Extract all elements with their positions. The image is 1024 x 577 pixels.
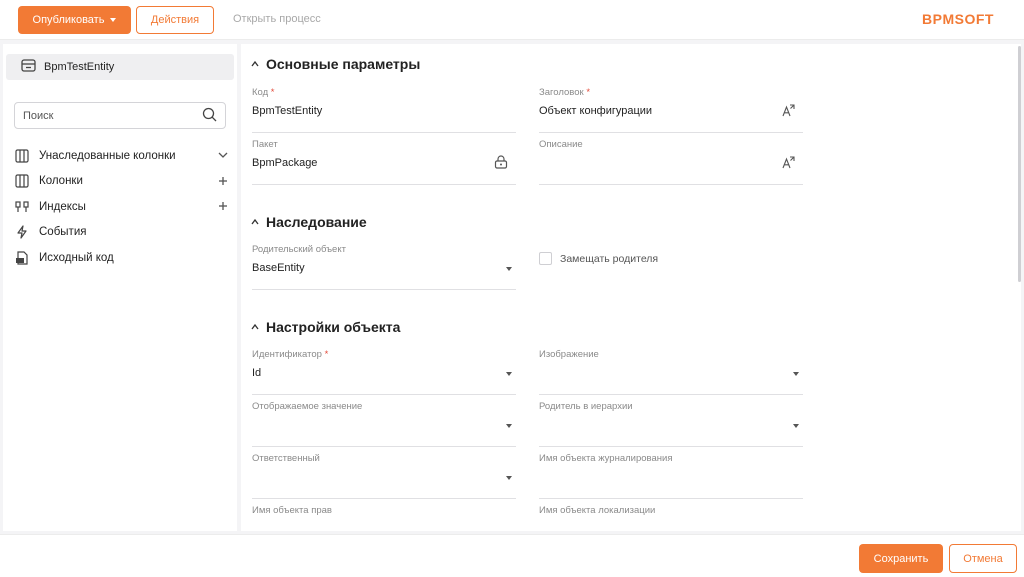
tree-item-label: Индексы bbox=[39, 200, 86, 213]
section-title: Наследование bbox=[266, 214, 367, 230]
actions-button[interactable]: Действия bbox=[136, 6, 214, 34]
tree-item-label: Унаследованные колонки bbox=[39, 149, 176, 162]
left-panel: BpmTestEntity Унаследованные колонки Кол… bbox=[3, 44, 237, 531]
field-label: Ответственный bbox=[252, 453, 320, 464]
field-label: Заголовок * bbox=[539, 87, 591, 98]
field-label: Код * bbox=[252, 87, 275, 98]
chevron-up-icon bbox=[251, 60, 259, 67]
main-panel: Основные параметры Код * BpmTestEntity З… bbox=[241, 44, 1021, 531]
entity-icon bbox=[21, 59, 36, 75]
entity-name: BpmTestEntity bbox=[44, 61, 115, 73]
field-label: Изображение bbox=[539, 349, 599, 360]
index-icon bbox=[14, 199, 30, 215]
section-title: Настройки объекта bbox=[266, 319, 401, 335]
source-code-icon bbox=[14, 250, 30, 266]
parent-object-value: BaseEntity bbox=[252, 262, 305, 274]
field-label: Пакет bbox=[252, 139, 278, 150]
code-field[interactable]: Код * BpmTestEntity bbox=[252, 87, 516, 133]
dropdown-arrow-icon[interactable] bbox=[506, 476, 512, 480]
dropdown-arrow-icon[interactable] bbox=[793, 372, 799, 376]
cancel-button[interactable]: Отмена bbox=[949, 544, 1017, 573]
caret-down-icon bbox=[110, 18, 117, 22]
lightning-icon bbox=[14, 224, 30, 240]
code-value: BpmTestEntity bbox=[252, 105, 323, 117]
image-field[interactable]: Изображение bbox=[539, 349, 803, 395]
tree-item-label: Колонки bbox=[39, 175, 83, 188]
dropdown-arrow-icon[interactable] bbox=[506, 424, 512, 428]
bpmsoft-logo: BPMSOFT bbox=[922, 11, 994, 27]
checkbox-label: Замещать родителя bbox=[560, 252, 659, 265]
required-marker: * bbox=[270, 87, 275, 98]
scrollbar[interactable] bbox=[1018, 46, 1021, 282]
columns-icon bbox=[14, 173, 30, 189]
rights-object-field[interactable]: Имя объекта прав bbox=[252, 505, 516, 531]
publish-button[interactable]: Опубликовать bbox=[18, 6, 131, 34]
owner-field[interactable]: Ответственный bbox=[252, 453, 516, 499]
entity-header[interactable]: BpmTestEntity bbox=[6, 54, 234, 80]
field-label: Описание bbox=[539, 139, 583, 150]
journal-object-field[interactable]: Имя объекта журналирования bbox=[539, 453, 803, 499]
identifier-field[interactable]: Идентификатор * Id bbox=[252, 349, 516, 395]
title-value: Объект конфигурации bbox=[539, 105, 653, 117]
required-marker: * bbox=[324, 349, 329, 360]
section-inheritance[interactable]: Наследование bbox=[251, 214, 367, 230]
dropdown-arrow-icon[interactable] bbox=[506, 372, 512, 376]
hierarchy-parent-field[interactable]: Родитель в иерархии bbox=[539, 401, 803, 447]
top-toolbar: Опубликовать Действия Открыть процесс BP… bbox=[0, 0, 1024, 40]
tree-item-source-code[interactable]: Исходный код bbox=[14, 245, 230, 271]
title-field[interactable]: Заголовок * Объект конфигурации bbox=[539, 87, 803, 133]
parent-object-field[interactable]: Родительский объект BaseEntity bbox=[252, 244, 516, 290]
replace-parent-option[interactable]: Замещать родителя bbox=[539, 252, 658, 265]
identifier-value: Id bbox=[252, 367, 262, 379]
localization-icon[interactable] bbox=[781, 155, 795, 169]
chevron-up-icon bbox=[251, 218, 259, 225]
tree-item-indexes[interactable]: Индексы bbox=[14, 194, 230, 220]
description-field[interactable]: Описание bbox=[539, 139, 803, 185]
section-object-settings[interactable]: Настройки объекта bbox=[251, 319, 400, 335]
structure-tree: Унаследованные колонки Колонки Индексы С… bbox=[14, 143, 230, 271]
field-label: Родительский объект bbox=[252, 244, 346, 255]
field-label: Идентификатор * bbox=[252, 349, 329, 360]
replace-parent-checkbox[interactable] bbox=[539, 252, 552, 265]
lock-icon bbox=[494, 155, 508, 169]
field-label: Отображаемое значение bbox=[252, 401, 363, 412]
plus-icon[interactable] bbox=[216, 174, 230, 188]
package-value: BpmPackage bbox=[252, 157, 318, 169]
tree-item-inherited-columns[interactable]: Унаследованные колонки bbox=[14, 143, 230, 169]
field-label: Родитель в иерархии bbox=[539, 401, 633, 412]
field-label: Имя объекта журналирования bbox=[539, 453, 673, 464]
logo-text: BPMSOFT bbox=[922, 11, 994, 27]
required-marker: * bbox=[586, 87, 591, 98]
chevron-down-icon[interactable] bbox=[216, 148, 230, 162]
open-process-link[interactable]: Открыть процесс bbox=[233, 13, 321, 25]
plus-icon[interactable] bbox=[216, 199, 230, 213]
tree-item-events[interactable]: События bbox=[14, 220, 230, 246]
search-box bbox=[14, 102, 226, 129]
search-icon[interactable] bbox=[202, 107, 217, 125]
publish-button-label: Опубликовать bbox=[32, 14, 105, 26]
tree-item-label: События bbox=[39, 226, 87, 239]
section-title: Основные параметры bbox=[266, 56, 421, 72]
field-label: Имя объекта прав bbox=[252, 505, 332, 516]
search-input[interactable] bbox=[23, 109, 193, 122]
display-value-field[interactable]: Отображаемое значение bbox=[252, 401, 516, 447]
section-basic-parameters[interactable]: Основные параметры bbox=[251, 56, 420, 72]
dropdown-arrow-icon[interactable] bbox=[793, 424, 799, 428]
columns-icon bbox=[14, 148, 30, 164]
localization-icon[interactable] bbox=[781, 103, 795, 117]
package-field[interactable]: Пакет BpmPackage bbox=[252, 139, 516, 185]
dropdown-arrow-icon[interactable] bbox=[506, 267, 512, 271]
chevron-up-icon bbox=[251, 323, 259, 330]
footer-bar: Сохранить Отмена bbox=[0, 534, 1024, 577]
localization-object-field[interactable]: Имя объекта локализации bbox=[539, 505, 803, 531]
tree-item-label: Исходный код bbox=[39, 251, 114, 264]
field-label: Имя объекта локализации bbox=[539, 505, 656, 516]
save-button[interactable]: Сохранить bbox=[859, 544, 943, 573]
tree-item-columns[interactable]: Колонки bbox=[14, 169, 230, 195]
